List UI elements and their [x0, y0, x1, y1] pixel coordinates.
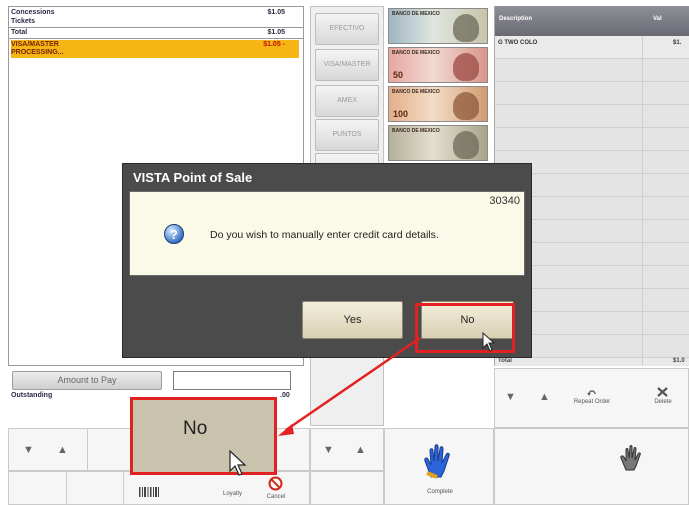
mouse-cursor-icon — [229, 449, 247, 476]
callout-arrow — [278, 336, 421, 436]
zoomed-no-label: No — [183, 418, 208, 439]
zoomed-no-callout: No — [130, 397, 277, 476]
